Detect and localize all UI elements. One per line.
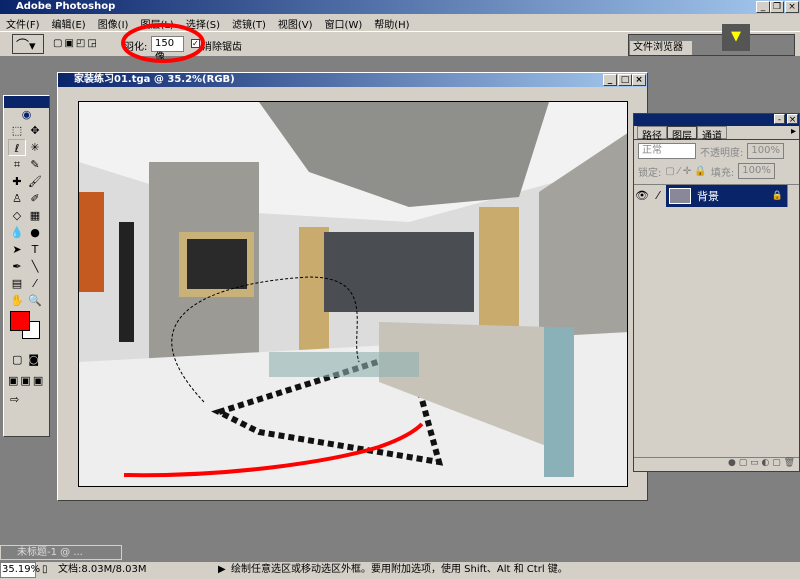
menu-window[interactable]: 窗口(W) <box>319 14 369 31</box>
menu-help[interactable]: 帮助(H) <box>368 14 415 31</box>
move-tool-icon[interactable]: ✥ <box>26 122 44 139</box>
slice-tool-icon[interactable]: ✎ <box>26 156 44 173</box>
lock-buttons-icon[interactable]: ▢ ⁄ ✛ 🔒 <box>665 166 706 177</box>
foreground-color-swatch[interactable] <box>10 311 30 331</box>
marquee-tool-icon[interactable]: ⬚ <box>8 122 26 139</box>
layer-row[interactable]: 👁 ⁄ 背景 🔒 <box>634 184 799 207</box>
imageready-jump-icon[interactable]: ▼ <box>722 24 750 51</box>
lasso-tool-preset-picker[interactable]: ⌒▾ <box>12 34 44 54</box>
fill-input[interactable]: 100% <box>738 163 775 179</box>
doc-minimize-button[interactable]: _ <box>603 74 617 86</box>
hand-tool-icon[interactable]: ✋ <box>8 292 26 309</box>
healing-brush-icon[interactable]: ✚ <box>8 173 26 190</box>
doc-size: 文档:8.03M/8.03M <box>58 564 147 575</box>
restore-button[interactable]: ❐ <box>770 1 784 13</box>
type-tool-icon[interactable]: T <box>26 241 44 258</box>
notes-tool-icon[interactable]: ▤ <box>8 275 26 292</box>
screen-mode-buttons[interactable]: ▣ ▣ ▣ <box>4 370 49 391</box>
brush-link-icon: ⁄ <box>657 189 659 202</box>
menu-edit[interactable]: 编辑(E) <box>46 14 92 31</box>
red-annotation-circle <box>121 23 205 63</box>
fill-label: 填充: <box>710 167 735 179</box>
antialias-label: 消除锯齿 <box>202 42 242 53</box>
path-select-icon[interactable]: ➤ <box>8 241 26 258</box>
gradient-tool-icon[interactable]: ▦ <box>26 207 44 224</box>
brush-tool-icon[interactable]: 🖌 <box>26 173 44 190</box>
layers-panel: - × 路径 图层 通道 ▸ 正常 不透明度: 100% 锁定: ▢ ⁄ ✛ 🔒 … <box>633 113 800 472</box>
app-title-bar: Adobe Photoshop <box>0 0 800 14</box>
menu-filter[interactable]: 滤镜(T) <box>226 14 272 31</box>
app-title: Adobe Photoshop <box>16 1 116 12</box>
opacity-input[interactable]: 100% <box>747 143 784 159</box>
menu-view[interactable]: 视图(V) <box>272 14 319 31</box>
toolbox: ◉ ⬚ ✥ ℓ ✳ ⌗ ✎ ✚ 🖌 ♙ ✐ ◇ ▦ 💧 ● ➤ T ✒ ╲ ▤ ⁄ ✋ 🔍 ▢ ◙ ▣ ▣… <box>3 95 50 437</box>
file-browser-tab[interactable]: 文件浏览器 <box>630 41 692 55</box>
tab-layers[interactable]: 图层 <box>667 126 697 142</box>
layer-bottom-buttons[interactable]: ● ▢ ▭ ◐ ▢ 🗑 <box>634 457 799 471</box>
lock-label: 锁定: <box>638 167 662 179</box>
document-title: 家装练习01.tga @ 35.2%(RGB) <box>74 74 235 85</box>
tab-paths[interactable]: 路径 <box>637 126 667 142</box>
panel-close-button[interactable]: × <box>787 114 798 125</box>
zoom-tool-icon[interactable]: 🔍 <box>26 292 44 309</box>
layer-thumbnail <box>669 187 691 204</box>
layer-name: 背景 <box>697 189 719 203</box>
minimize-button[interactable]: _ <box>756 1 770 13</box>
panel-menu-icon[interactable]: ▸ <box>791 126 796 139</box>
document-window: 家装练习01.tga @ 35.2%(RGB) _ □ × <box>57 72 648 501</box>
status-menu-arrow[interactable]: ▶ <box>218 562 226 578</box>
dodge-tool-icon[interactable]: ● <box>26 224 44 241</box>
layers-scrollbar[interactable] <box>787 184 799 207</box>
lock-icon: 🔒 <box>771 190 783 201</box>
crop-tool-icon[interactable]: ⌗ <box>8 156 26 173</box>
lasso-tool-icon[interactable]: ℓ <box>8 139 26 156</box>
zoom-input[interactable]: 35.19% <box>0 562 40 578</box>
eyedropper-icon[interactable]: ⁄ <box>26 275 44 292</box>
selection-mode-buttons[interactable]: ▢▣◰◲ <box>53 38 99 49</box>
living-room-render <box>79 102 627 486</box>
blend-mode-select[interactable]: 正常 <box>638 143 696 159</box>
status-bar: 35.19% ▯ 文档:8.03M/8.03M ▶ 绘制任意选区或移动选区外框。… <box>0 562 800 579</box>
eraser-tool-icon[interactable]: ◇ <box>8 207 26 224</box>
minimized-doc-title: 未标题-1 @ ... <box>17 547 83 558</box>
tab-channels[interactable]: 通道 <box>697 126 727 142</box>
quick-mask-buttons[interactable]: ▢ ◙ <box>4 349 49 370</box>
doc-close-button[interactable]: × <box>632 74 646 86</box>
image-canvas[interactable] <box>78 101 628 487</box>
history-brush-icon[interactable]: ✐ <box>26 190 44 207</box>
line-tool-icon[interactable]: ╲ <box>26 258 44 275</box>
visibility-eye-icon[interactable]: 👁 <box>634 189 650 202</box>
pen-tool-icon[interactable]: ✒ <box>8 258 26 275</box>
status-hint: 绘制任意选区或移动选区外框。要用附加选项，使用 Shift、Alt 和 Ctrl… <box>231 564 568 575</box>
minimized-document[interactable]: 未标题-1 @ ... <box>0 545 122 560</box>
photoshop-logo: ◉ <box>4 108 49 122</box>
document-icon: ▯ <box>42 564 48 575</box>
doc-maximize-button[interactable]: □ <box>618 74 632 86</box>
blur-tool-icon[interactable]: 💧 <box>8 224 26 241</box>
close-button[interactable]: × <box>785 1 799 13</box>
stamp-tool-icon[interactable]: ♙ <box>8 190 26 207</box>
panel-minimize-button[interactable]: - <box>774 114 785 125</box>
opacity-label: 不透明度: <box>700 147 744 159</box>
jump-to-imageready-button[interactable]: ⇨ <box>4 391 49 408</box>
magic-wand-icon[interactable]: ✳ <box>26 139 44 156</box>
menu-file[interactable]: 文件(F) <box>0 14 46 31</box>
